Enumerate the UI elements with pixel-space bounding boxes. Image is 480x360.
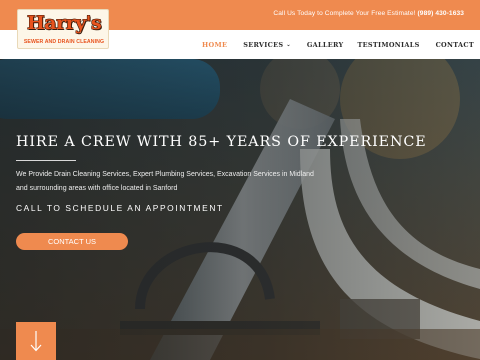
contact-us-button[interactable]: CONTACT US: [16, 233, 128, 250]
logo-tagline: Sewer and Drain Cleaning: [23, 39, 105, 45]
scroll-down-button[interactable]: [16, 322, 56, 360]
nav-item-contact-label: CONTACT: [435, 40, 474, 49]
logo-name: Harry's: [26, 12, 102, 34]
nav-item-testimonials[interactable]: TESTIMONIALS: [357, 41, 419, 49]
nav-item-home[interactable]: HOME: [202, 41, 227, 49]
site-logo[interactable]: Harry's Sewer and Drain Cleaning: [17, 9, 109, 49]
call-text: Call Us Today to Complete Your Free Esti…: [273, 10, 416, 17]
arrow-down-icon: [30, 331, 42, 352]
hero-headline: HIRE A CREW WITH 85+ YEARS OF EXPERIENCE: [16, 134, 427, 150]
hero-section: HIRE A CREW WITH 85+ YEARS OF EXPERIENCE…: [0, 59, 480, 360]
nav-item-gallery[interactable]: GALLERY: [307, 41, 344, 49]
nav-item-home-label: HOME: [202, 40, 228, 49]
headline-divider: [16, 160, 76, 161]
chevron-down-icon: ⌄: [286, 41, 291, 48]
nav-item-contact[interactable]: CONTACT: [436, 41, 474, 49]
call-to-action-label: CALL TO SCHEDULE AN APPOINTMENT: [16, 203, 224, 213]
main-nav: HOME SERVICES ⌄ GALLERY TESTIMONIALS CON…: [202, 30, 474, 59]
nav-item-testimonials-label: TESTIMONIALS: [357, 40, 420, 49]
nav-item-gallery-label: GALLERY: [306, 40, 344, 49]
phone-number[interactable]: (989) 430-1633: [418, 10, 465, 17]
nav-item-services[interactable]: SERVICES ⌄: [243, 41, 291, 49]
call-banner[interactable]: Call Us Today to Complete Your Free Esti…: [273, 10, 464, 17]
hero-description: We Provide Drain Cleaning Services, Expe…: [16, 171, 314, 192]
nav-item-services-label: SERVICES: [243, 40, 284, 49]
